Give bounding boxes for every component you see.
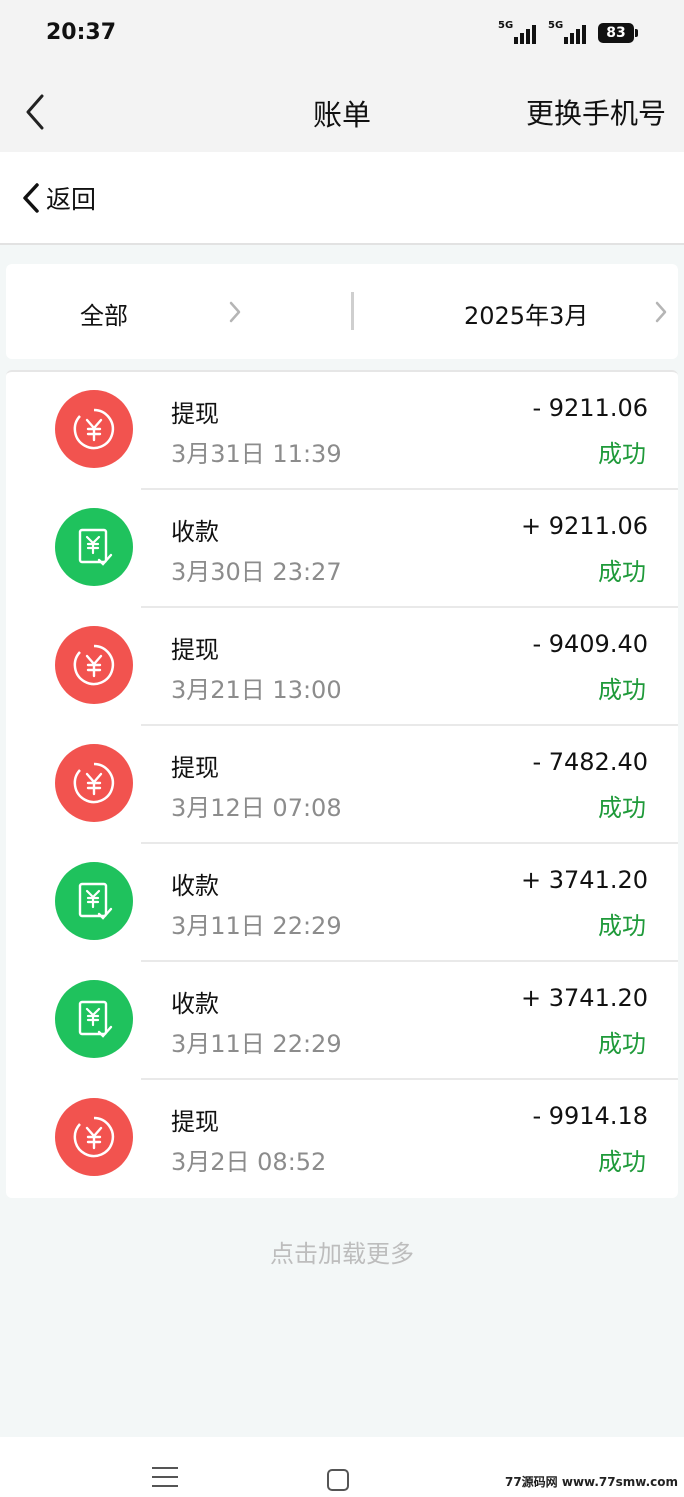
transaction-time: 3月21日 13:00 <box>171 676 342 704</box>
watermark: 77源码网 www.77smw.com <box>504 1475 678 1489</box>
system-nav-bar: 77源码网 www.77smw.com <box>0 1437 684 1497</box>
transaction-status: 成功 <box>598 440 646 468</box>
transaction-row[interactable]: 收款 3月30日 23:27 + 9211.06 成功 <box>6 490 678 608</box>
transaction-status: 成功 <box>598 1148 646 1176</box>
withdraw-icon <box>55 1098 133 1176</box>
transaction-time: 3月2日 08:52 <box>171 1148 327 1176</box>
transaction-title: 提现 <box>171 636 219 664</box>
chevron-left-icon <box>23 183 39 213</box>
type-filter-label: 全部 <box>80 302 128 330</box>
chevron-right-icon <box>655 301 667 323</box>
transaction-time: 3月11日 22:29 <box>171 912 342 940</box>
transaction-amount: - 7482.40 <box>532 748 648 776</box>
transaction-list: 提现 3月31日 11:39 - 9211.06 成功 收款 3月30日 23:… <box>6 370 678 1198</box>
transaction-status: 成功 <box>598 912 646 940</box>
transaction-title: 收款 <box>171 990 219 1018</box>
month-filter[interactable]: 2025年3月 <box>348 264 678 359</box>
transaction-title: 提现 <box>171 754 219 782</box>
transaction-time: 3月12日 07:08 <box>171 794 342 822</box>
transaction-time: 3月30日 23:27 <box>171 558 342 586</box>
nav-bar: 账单 更换手机号 <box>0 70 684 152</box>
transaction-title: 收款 <box>171 518 219 546</box>
status-time: 20:37 <box>46 20 117 45</box>
home-icon[interactable] <box>327 1469 349 1491</box>
return-button[interactable]: 返回 <box>20 180 96 216</box>
withdraw-icon <box>55 390 133 468</box>
type-filter[interactable]: 全部 <box>6 264 346 359</box>
transaction-amount: - 9409.40 <box>532 630 648 658</box>
battery-icon: 83 <box>598 23 638 43</box>
withdraw-icon <box>55 744 133 822</box>
transaction-title: 提现 <box>171 400 219 428</box>
transaction-row[interactable]: 提现 3月2日 08:52 - 9914.18 成功 <box>6 1080 678 1198</box>
filter-bar: 全部 2025年3月 <box>6 264 678 359</box>
transaction-amount: - 9914.18 <box>532 1102 648 1130</box>
transaction-title: 提现 <box>171 1108 219 1136</box>
transaction-amount: + 9211.06 <box>521 512 648 540</box>
receive-icon <box>55 508 133 586</box>
transaction-status: 成功 <box>598 1030 646 1058</box>
change-phone-button[interactable]: 更换手机号 <box>526 92 666 132</box>
withdraw-icon <box>55 626 133 704</box>
transaction-row[interactable]: 收款 3月11日 22:29 + 3741.20 成功 <box>6 962 678 1080</box>
month-filter-label: 2025年3月 <box>464 302 589 330</box>
transaction-time: 3月31日 11:39 <box>171 440 342 468</box>
signal-icon: 5G <box>548 20 586 44</box>
chevron-right-icon <box>229 301 241 323</box>
transaction-title: 收款 <box>171 872 219 900</box>
transaction-status: 成功 <box>598 676 646 704</box>
transaction-row[interactable]: 提现 3月21日 13:00 - 9409.40 成功 <box>6 608 678 726</box>
transaction-row[interactable]: 提现 3月12日 07:08 - 7482.40 成功 <box>6 726 678 844</box>
transaction-time: 3月11日 22:29 <box>171 1030 342 1058</box>
transaction-status: 成功 <box>598 794 646 822</box>
signal-label: 5G <box>548 20 564 31</box>
menu-icon[interactable] <box>152 1467 178 1494</box>
signal-icon: 5G <box>498 20 536 44</box>
transaction-amount: - 9211.06 <box>532 394 648 422</box>
transaction-amount: + 3741.20 <box>521 866 648 894</box>
status-indicators: 5G 5G 83 <box>498 20 638 44</box>
receive-icon <box>55 980 133 1058</box>
transaction-row[interactable]: 收款 3月11日 22:29 + 3741.20 成功 <box>6 844 678 962</box>
transaction-row[interactable]: 提现 3月31日 11:39 - 9211.06 成功 <box>6 372 678 490</box>
status-bar: 20:37 5G 5G 83 <box>0 0 684 70</box>
signal-label: 5G <box>498 20 514 31</box>
transaction-status: 成功 <box>598 558 646 586</box>
transaction-amount: + 3741.20 <box>521 984 648 1012</box>
receive-icon <box>55 862 133 940</box>
return-label: 返回 <box>46 185 97 214</box>
load-more-button[interactable]: 点击加载更多 <box>0 1234 684 1269</box>
sub-header: 返回 <box>0 152 684 245</box>
